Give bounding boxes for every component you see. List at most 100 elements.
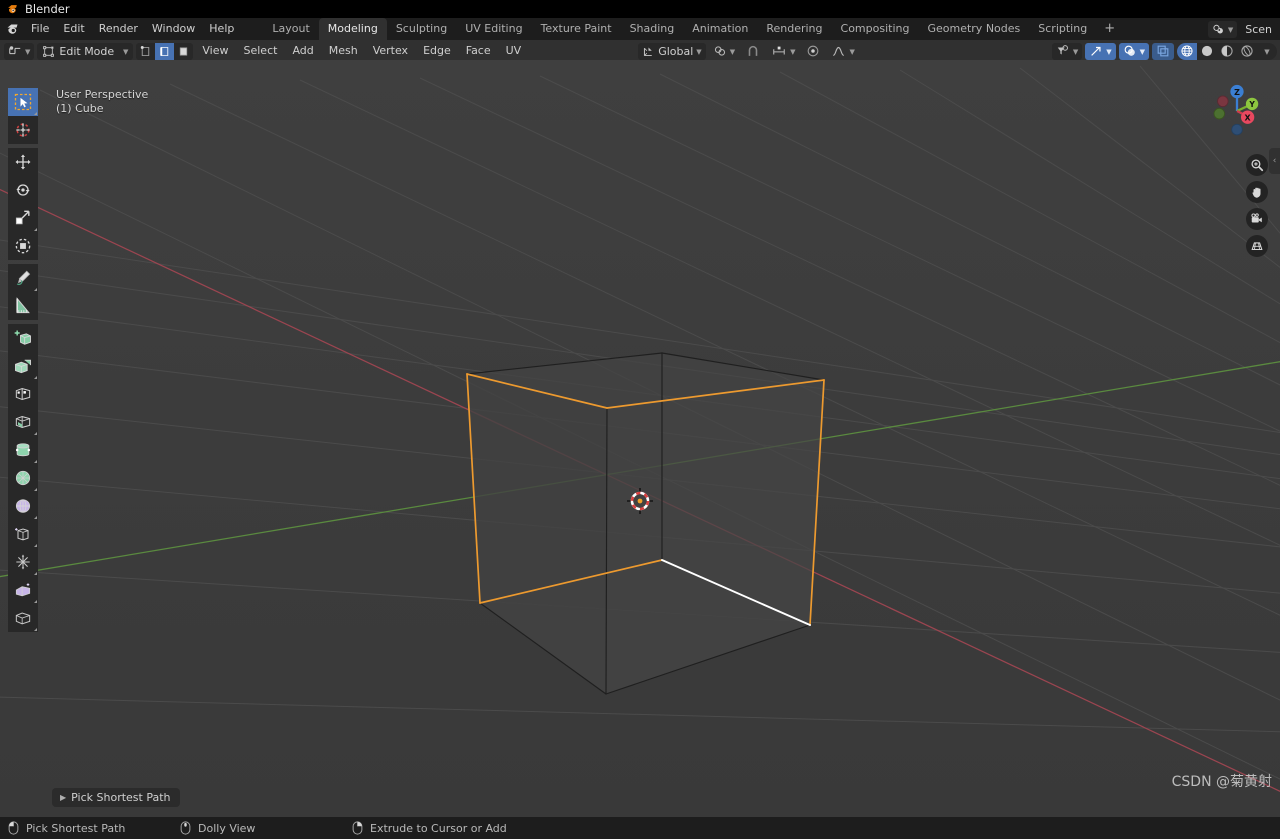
gizmo-toggle-button[interactable]: ▼ xyxy=(1085,42,1116,60)
status-item-left-mouse: Pick Shortest Path xyxy=(8,821,180,835)
transform-orientation-selector[interactable]: Global ▼ xyxy=(638,42,706,60)
camera-view-button[interactable] xyxy=(1246,208,1268,230)
material-preview-shading-button[interactable] xyxy=(1217,43,1237,60)
chevron-left-icon: ‹ xyxy=(1272,156,1277,166)
tool-poly-build[interactable] xyxy=(8,492,38,520)
tool-shrink-fatten[interactable] xyxy=(8,604,38,632)
viewport-menu-select[interactable]: Select xyxy=(238,40,284,62)
object-types-visibility-icon xyxy=(1057,45,1068,55)
workspace-tab-texture-paint[interactable]: Texture Paint xyxy=(532,18,621,40)
proportional-falloff-selector[interactable]: ▼ xyxy=(827,43,858,60)
toggle-perspective-ortho-button[interactable] xyxy=(1246,235,1268,257)
interaction-mode-selector[interactable]: Edit Mode ▼ xyxy=(37,42,134,60)
menu-window[interactable]: Window xyxy=(145,18,202,40)
tool-bevel[interactable] xyxy=(8,408,38,436)
workspace-tab-uv-editing[interactable]: UV Editing xyxy=(456,18,531,40)
chevron-down-icon: ▼ xyxy=(729,48,736,56)
snap-toggle-button[interactable] xyxy=(742,43,764,60)
viewport-scene xyxy=(0,60,1280,817)
shrink-fatten-icon xyxy=(15,612,31,625)
solid-shading-button[interactable] xyxy=(1197,43,1217,60)
tool-measure[interactable] xyxy=(8,292,38,320)
toggle-xray-button[interactable] xyxy=(1152,42,1174,60)
snap-target-selector[interactable]: ▼ xyxy=(767,43,799,60)
viewport-3d[interactable]: User Perspective (1) Cube Z Y X ‹ ▶ Pick… xyxy=(0,60,1280,817)
tool-scale[interactable] xyxy=(8,204,38,232)
workspace-tab-animation[interactable]: Animation xyxy=(683,18,757,40)
face-select-icon xyxy=(180,46,188,56)
vertex-select-mode-button[interactable] xyxy=(136,43,155,60)
scene-selector[interactable]: ▼ xyxy=(1207,20,1238,38)
viewport-header-right: ▼ ▼ ▼ ▼ xyxy=(1051,40,1277,62)
tool-transform[interactable] xyxy=(8,232,38,260)
vertex-select-icon xyxy=(141,45,150,56)
rotate-icon xyxy=(16,184,30,196)
rendered-shading-button[interactable] xyxy=(1237,43,1257,60)
tool-edge-slide[interactable] xyxy=(8,576,38,604)
menu-file[interactable]: File xyxy=(24,18,56,40)
gizmo-icon xyxy=(1091,46,1101,56)
viewport-menu-vertex[interactable]: Vertex xyxy=(367,40,414,62)
chevron-down-icon: ▼ xyxy=(1139,48,1145,56)
scene-name-field[interactable]: Scen xyxy=(1239,20,1278,38)
tool-smooth[interactable] xyxy=(8,548,38,576)
smooth-icon xyxy=(16,554,30,570)
add-workspace-button[interactable]: + xyxy=(1096,18,1123,40)
tool-select-box[interactable] xyxy=(8,88,38,116)
gizmo-axis-label-x: X xyxy=(1245,113,1251,122)
shading-options-dropdown[interactable]: ▼ xyxy=(1257,43,1277,60)
tool-cursor[interactable] xyxy=(8,116,38,144)
object-types-visibility-button[interactable]: ▼ xyxy=(1051,42,1083,60)
blender-menu-icon[interactable] xyxy=(5,22,20,37)
viewport-menu-uv[interactable]: UV xyxy=(500,40,528,62)
operator-name-label: Pick Shortest Path xyxy=(71,791,171,804)
workspace-tab-compositing[interactable]: Compositing xyxy=(832,18,919,40)
viewport-menu-add[interactable]: Add xyxy=(286,40,319,62)
editor-type-selector[interactable]: ▼ xyxy=(4,42,35,60)
tool-extrude-region[interactable] xyxy=(8,352,38,380)
chevron-down-icon: ▼ xyxy=(123,48,129,56)
menu-edit[interactable]: Edit xyxy=(56,18,91,40)
face-select-mode-button[interactable] xyxy=(174,43,193,60)
tool-spin[interactable] xyxy=(8,520,38,548)
overlays-toggle-button[interactable]: ▼ xyxy=(1118,42,1149,60)
zoom-button[interactable] xyxy=(1246,154,1268,176)
workspace-tab-modeling[interactable]: Modeling xyxy=(318,18,387,40)
viewport-shading-group: ▼ xyxy=(1177,42,1277,60)
sidebar-toggle[interactable]: ‹ xyxy=(1269,148,1280,174)
tool-add-cube[interactable] xyxy=(8,324,38,352)
workspace-tab-shading[interactable]: Shading xyxy=(621,18,684,40)
tool-rotate[interactable] xyxy=(8,176,38,204)
navigation-gizmo[interactable]: Z Y X xyxy=(1206,80,1268,142)
edge-select-mode-button[interactable] xyxy=(155,42,175,60)
tool-loop-cut[interactable] xyxy=(8,436,38,464)
transform-orientation-label: Global xyxy=(658,44,694,58)
viewport-menu-edge[interactable]: Edge xyxy=(417,40,457,62)
bevel-icon xyxy=(15,416,31,428)
viewport-menu-face[interactable]: Face xyxy=(460,40,497,62)
workspace-tab-geometry-nodes[interactable]: Geometry Nodes xyxy=(918,18,1029,40)
workspace-tab-layout[interactable]: Layout xyxy=(263,18,318,40)
workspace-tab-rendering[interactable]: Rendering xyxy=(757,18,831,40)
workspace-tab-scripting[interactable]: Scripting xyxy=(1029,18,1096,40)
tool-move[interactable] xyxy=(8,148,38,176)
viewport-menu-view[interactable]: View xyxy=(196,40,234,62)
menu-help[interactable]: Help xyxy=(202,18,241,40)
mouse-left-icon xyxy=(8,821,19,835)
add-cube-icon xyxy=(14,330,31,345)
tool-inset-faces[interactable] xyxy=(8,380,38,408)
top-bar: File Edit Render Window Help Layout Mode… xyxy=(0,18,1280,40)
wireframe-shading-button[interactable] xyxy=(1177,42,1197,60)
tool-knife[interactable] xyxy=(8,464,38,492)
orientation-global-icon xyxy=(644,46,652,56)
workspace-tab-sculpting[interactable]: Sculpting xyxy=(387,18,456,40)
pivot-point-selector[interactable]: ▼ xyxy=(709,43,739,60)
menu-render[interactable]: Render xyxy=(92,18,145,40)
proportional-editing-toggle[interactable] xyxy=(802,43,824,60)
annotate-pencil-icon xyxy=(16,270,31,285)
tool-annotate[interactable] xyxy=(8,264,38,292)
pan-button[interactable] xyxy=(1246,181,1268,203)
viewport-menu-mesh[interactable]: Mesh xyxy=(323,40,364,62)
operator-redo-panel[interactable]: ▶ Pick Shortest Path xyxy=(52,788,180,807)
tool-group-indicator xyxy=(34,600,37,603)
